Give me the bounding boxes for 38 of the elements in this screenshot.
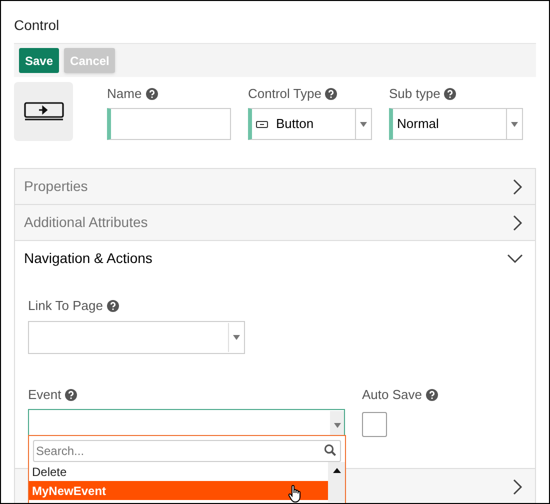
dialog-title: Control bbox=[14, 16, 60, 33]
field-label: Sub type bbox=[389, 85, 440, 104]
help-icon bbox=[65, 389, 78, 401]
help-icon bbox=[325, 88, 338, 100]
accordion-header[interactable]: Properties bbox=[15, 169, 535, 204]
search-field[interactable]: Search... bbox=[33, 440, 341, 462]
chevron-down-icon bbox=[507, 254, 523, 264]
chevron-right-icon bbox=[513, 478, 523, 494]
select-field[interactable]: Button bbox=[248, 108, 372, 140]
dropdown-option[interactable]: MyNewEvent bbox=[29, 481, 328, 500]
name-field[interactable] bbox=[107, 108, 231, 140]
scrollbar[interactable] bbox=[328, 462, 345, 502]
help-icon bbox=[146, 88, 158, 100]
help-icon bbox=[106, 300, 119, 312]
field-label: Control Type bbox=[248, 85, 322, 104]
search-icon bbox=[324, 444, 336, 456]
select-field[interactable]: Normal bbox=[389, 108, 523, 140]
caret-icon bbox=[334, 423, 340, 428]
accordion-header[interactable]: Additional Attributes bbox=[15, 205, 535, 240]
chevron-right-icon bbox=[513, 214, 523, 230]
caret-icon bbox=[360, 122, 367, 126]
caret-icon bbox=[511, 122, 518, 126]
caret-icon bbox=[233, 335, 240, 340]
button-type-icon bbox=[256, 120, 268, 128]
select-value: Button bbox=[276, 115, 314, 134]
auto-save-checkbox[interactable] bbox=[362, 412, 387, 437]
save-button[interactable]: Save bbox=[19, 48, 60, 73]
field-label: Event bbox=[28, 386, 62, 404]
field-label: Name bbox=[107, 85, 142, 104]
link-to-page-select[interactable] bbox=[28, 321, 245, 354]
field-label: Link To Page bbox=[28, 297, 103, 316]
help-icon bbox=[444, 88, 456, 100]
scroll-up-icon bbox=[332, 468, 340, 473]
field-label: Auto Save bbox=[362, 386, 422, 404]
help-icon bbox=[426, 389, 438, 401]
select-value: Normal bbox=[397, 115, 439, 134]
chevron-right-icon bbox=[513, 178, 523, 194]
button-control-icon bbox=[24, 102, 64, 122]
